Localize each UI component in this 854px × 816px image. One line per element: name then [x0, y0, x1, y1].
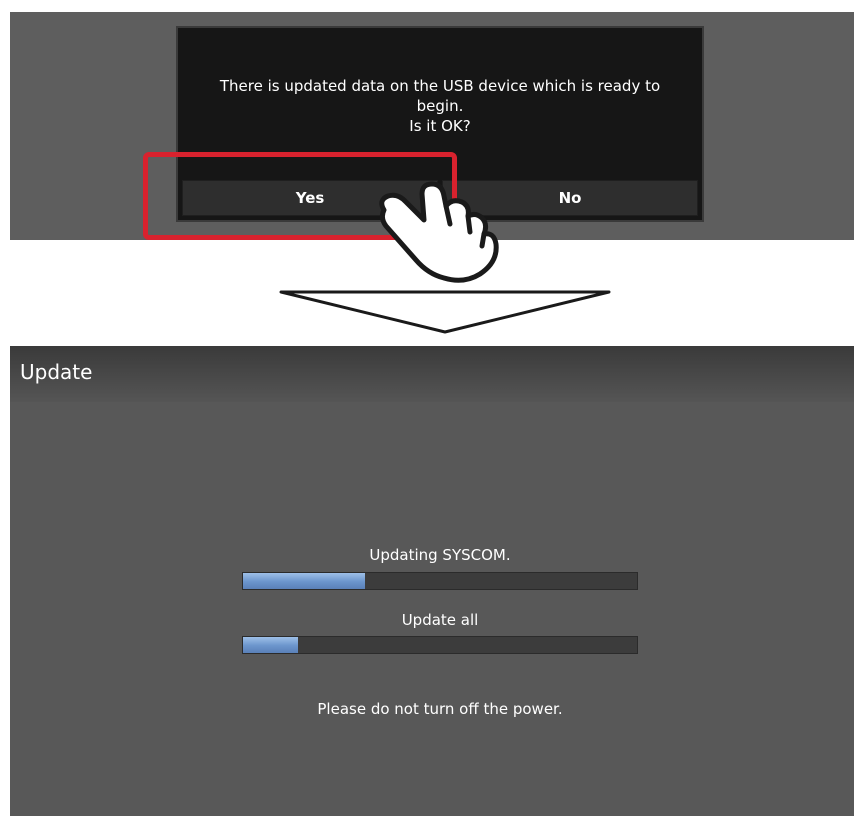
overall-progress-bar: [242, 636, 638, 654]
current-task-progress-fill: [243, 573, 366, 589]
power-warning-notice: Please do not turn off the power.: [317, 700, 563, 718]
dialog-message: There is updated data on the USB device …: [178, 76, 702, 136]
update-header: Update: [10, 346, 854, 402]
dialog-message-line-2: begin.: [416, 97, 464, 115]
dialog-message-line-3: Is it OK?: [409, 117, 471, 135]
overall-progress-fill: [243, 637, 299, 653]
dialog-message-line-1: There is updated data on the USB device …: [219, 77, 661, 95]
current-task-progress-bar: [242, 572, 638, 590]
pointing-hand-icon: [379, 181, 499, 283]
current-task-label: Updating SYSCOM.: [369, 546, 511, 564]
overall-label: Update all: [401, 611, 479, 629]
page-title: Update: [20, 360, 93, 384]
down-arrow-icon: [279, 290, 611, 334]
update-screen: Update Updating SYSCOM. Update all Pleas…: [10, 346, 854, 816]
